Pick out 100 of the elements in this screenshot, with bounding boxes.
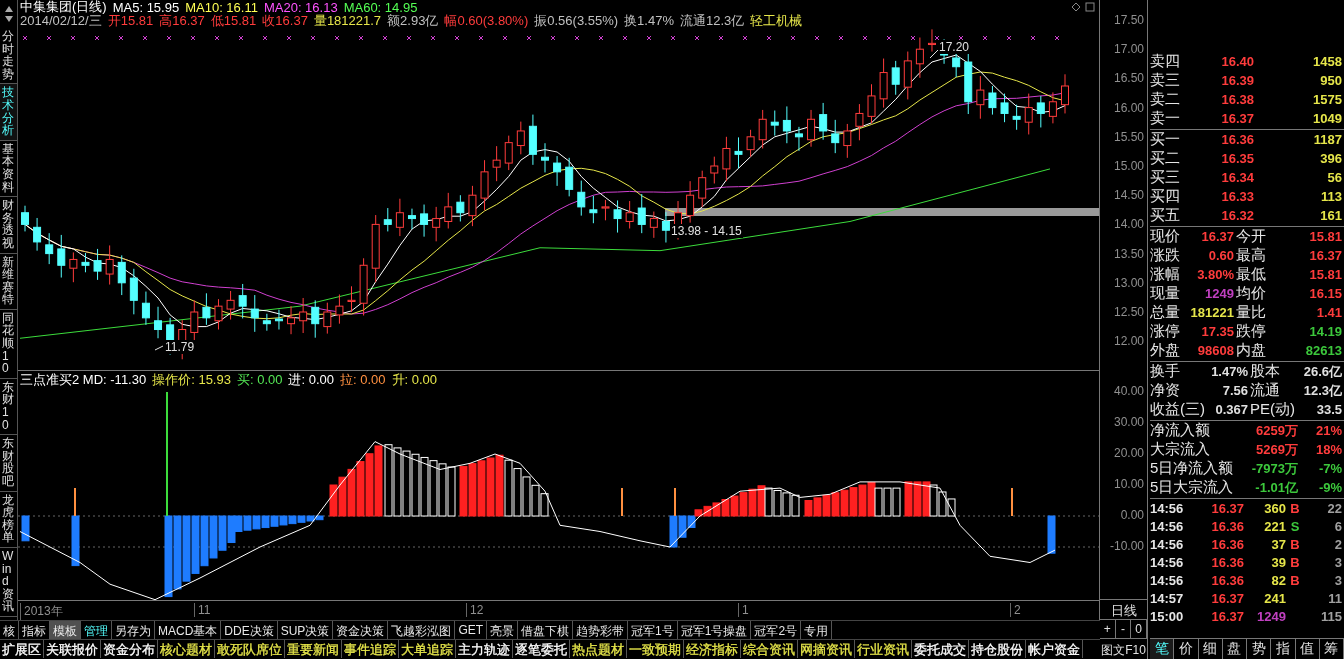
price-axis-label: 14.00 (1113, 217, 1144, 232)
toolbar-button[interactable]: 指标 (19, 621, 50, 639)
indicator-axis-label: 0.00 (1120, 508, 1144, 522)
side-tab[interactable]: 基本资料 (0, 140, 17, 198)
indicator-axis-label: 10.00 (1113, 477, 1144, 491)
tick-count: 3 (1333, 554, 1343, 570)
zoom-button[interactable]: + (1100, 620, 1116, 638)
price-axis-label: 12.00 (1113, 334, 1144, 349)
quote-value: 82613 (1304, 343, 1343, 358)
quote-text: 振0.56(3.55%) (534, 12, 619, 30)
indicator-value-text: 三点准买2 MD: -11.30 (20, 370, 147, 389)
order-level-label: 卖一 (1150, 109, 1181, 128)
toolbar-button[interactable]: 资金决策 (333, 621, 389, 639)
toolbar-button[interactable]: 借盘下棋 (518, 621, 574, 639)
chart-title-text: MA10: 16.11 (185, 0, 258, 15)
order-volume: 1187 (1312, 132, 1343, 147)
side-tab[interactable]: 东财10 (0, 378, 17, 436)
price-annotation: 11.79 (164, 340, 196, 354)
order-level-label: 卖二 (1150, 90, 1181, 109)
price-axis-label: 13.50 (1113, 246, 1144, 261)
flow-percent: 21% (1314, 423, 1343, 438)
indicator-axis-label: 20.00 (1113, 446, 1144, 460)
feature-button[interactable]: 综合资讯 (741, 640, 798, 658)
diamond-icon[interactable] (1071, 2, 1081, 12)
indicator-axis-label: 30.00 (1113, 415, 1144, 429)
chart-title-text: MA20: 16.13 (263, 0, 338, 15)
quote-value: 181221 (1189, 305, 1235, 320)
feature-button[interactable]: 大单追踪 (399, 640, 456, 658)
tick-volume: 360 (1263, 500, 1287, 516)
tick-price: 16.37 (1210, 608, 1245, 624)
feature-button[interactable]: 敢死队席位 (215, 640, 285, 658)
feature-button[interactable]: 持仓股份 (969, 640, 1026, 658)
feature-button[interactable]: 热点题材 (570, 640, 627, 658)
feature-button[interactable]: 资金分布 (101, 640, 158, 658)
quote-value: 17.35 (1200, 324, 1235, 339)
feature-button[interactable]: 一致预期 (627, 640, 684, 658)
side-tab[interactable]: 龙虎榜单 (0, 491, 17, 548)
feature-button[interactable]: 重要新闻 (285, 640, 342, 658)
fundamental-value: 7.56 (1221, 383, 1249, 398)
chart-title-text: 中集集团(日线) (20, 0, 107, 15)
feature-button[interactable]: 关联报价 (44, 640, 101, 658)
feature-button[interactable]: 扩展区 (0, 640, 44, 658)
feature-button[interactable]: 经济指标 (684, 640, 741, 658)
order-level-label: 买二 (1150, 149, 1181, 168)
toolbar-button[interactable]: 冠军2号 (751, 621, 802, 639)
flow-label: 5日净流入额 (1150, 459, 1235, 478)
feature-button[interactable]: 网摘资讯 (798, 640, 855, 658)
f10-button[interactable]: 图文F10 (1100, 639, 1147, 659)
quote-text: 2014/02/12/三 (20, 13, 102, 30)
price-axis-label: 16.50 (1113, 71, 1144, 86)
period-label[interactable]: 日线 (1100, 600, 1147, 620)
fundamental-label: 收益(三) (1150, 400, 1206, 419)
detail-tab[interactable]: 笔 (1150, 639, 1175, 659)
feature-button[interactable]: 委托成交 (912, 640, 969, 658)
toolbar-button[interactable]: 趋势彩带 (573, 621, 629, 639)
side-tab[interactable]: 东财股吧 (0, 435, 17, 492)
price-axis-label: 12.50 (1113, 305, 1144, 319)
flow-amount: 5269万 (1255, 440, 1299, 459)
indicator-value-text: 操作价: 15.93 (152, 370, 231, 389)
feature-button[interactable]: 核心题材 (158, 640, 215, 658)
side-tab[interactable]: 新维赛特 (0, 253, 17, 310)
flow-percent: 18% (1314, 442, 1343, 457)
toolbar-button[interactable]: 冠军1号 (628, 621, 678, 639)
toolbar-button[interactable]: 亮景 (487, 621, 519, 639)
order-price: 16.37 (1220, 111, 1255, 126)
feature-button[interactable]: 事件追踪 (342, 640, 399, 658)
price-axis-label: 15.00 (1113, 159, 1144, 173)
feature-button[interactable]: 帐户资金 (1026, 640, 1083, 658)
fundamental-label: 换手 (1150, 362, 1181, 381)
feature-button[interactable]: 逐笔委托 (513, 640, 570, 658)
fundamental-value: 0.367 (1214, 402, 1249, 417)
toolbar-button[interactable]: 飞越彩泓图 (388, 621, 456, 639)
toolbar-button[interactable]: 核 (0, 621, 19, 639)
side-tab[interactable]: 同花顺10 (0, 309, 17, 379)
side-tab[interactable]: 技术分析 (0, 84, 17, 141)
zoom-button[interactable]: 0 (1131, 620, 1147, 638)
window-icon[interactable] (1085, 2, 1095, 12)
toolbar-button[interactable]: 管理 (81, 621, 112, 639)
toolbar-button[interactable]: MACD基本 (155, 621, 222, 639)
quote-text: 收16.37 (262, 12, 308, 30)
tick-volume: 1249 (1256, 608, 1287, 624)
order-volume: 1458 (1312, 54, 1343, 69)
scroll-up-icon[interactable] (3, 5, 14, 13)
flow-percent: -9% (1317, 480, 1343, 495)
scroll-down-icon[interactable] (3, 15, 14, 23)
zoom-button[interactable]: - (1115, 620, 1132, 638)
order-price: 16.34 (1220, 170, 1255, 185)
toolbar-button[interactable]: 模板 (50, 621, 81, 639)
order-price: 16.33 (1220, 189, 1255, 204)
quote-value: 1.41 (1315, 305, 1343, 320)
flow-amount: -7973万 (1250, 459, 1299, 478)
side-tab[interactable]: 分时走势 (0, 28, 17, 85)
indicator-value-text: 进: 0.00 (288, 370, 334, 389)
feature-button[interactable]: 行业资讯 (855, 640, 912, 658)
tick-time: 14:56 (1150, 536, 1185, 552)
tick-volume: 241 (1263, 590, 1287, 606)
toolbar-button[interactable]: 专用 (801, 621, 833, 639)
side-tab[interactable]: 财务透视 (0, 197, 17, 254)
feature-button[interactable]: 主力轨迹 (456, 640, 513, 658)
order-level-label: 买四 (1150, 187, 1181, 206)
